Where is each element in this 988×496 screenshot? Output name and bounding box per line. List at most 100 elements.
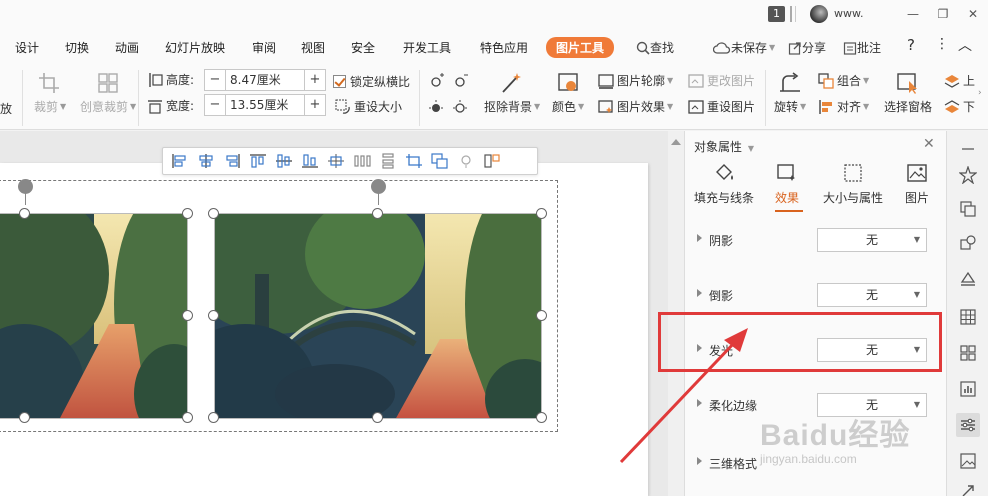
align-left-icon[interactable] xyxy=(167,150,193,172)
crop-shape-icon[interactable] xyxy=(401,150,427,172)
resize-handle[interactable] xyxy=(372,412,383,423)
creative-crop-button[interactable]: 创意裁剪 ▼ xyxy=(80,72,136,115)
copy-format-icon[interactable] xyxy=(956,197,980,221)
brightness-up-icon[interactable] xyxy=(428,73,444,89)
toolbar-scroll-right-icon[interactable]: › xyxy=(978,88,982,98)
tab-view[interactable]: 视图 xyxy=(301,39,325,56)
resize-handle[interactable] xyxy=(182,310,193,321)
width-increase-button[interactable]: + xyxy=(305,95,325,115)
align-right-icon[interactable] xyxy=(219,150,245,172)
height-decrease-button[interactable]: − xyxy=(205,70,225,90)
rotate-handle-icon[interactable] xyxy=(371,179,386,194)
collapse-icon[interactable] xyxy=(956,137,980,161)
tab-security[interactable]: 安全 xyxy=(351,39,375,56)
reset-picture-button[interactable]: 重设图片 xyxy=(688,98,755,115)
picture-effect-button[interactable]: 图片效果 ▼ xyxy=(598,98,673,115)
align-button[interactable]: 对齐 ▼ xyxy=(818,98,869,115)
width-input[interactable]: 13.55厘米 xyxy=(225,95,305,115)
shadow-row[interactable]: 阴影 无 ▼ xyxy=(697,228,937,252)
group-button[interactable]: 组合 ▼ xyxy=(818,72,869,89)
crop-button[interactable]: 裁剪 ▼ xyxy=(34,72,66,115)
export-icon[interactable] xyxy=(956,479,980,496)
minimize-button[interactable]: — xyxy=(902,4,924,24)
resize-handle[interactable] xyxy=(19,208,30,219)
tab-transition[interactable]: 切换 xyxy=(65,39,89,56)
reflection-select[interactable]: 无 ▼ xyxy=(817,283,927,307)
reflection-row[interactable]: 倒影 无 ▼ xyxy=(697,283,937,307)
bring-forward-button[interactable]: 上 xyxy=(944,72,975,89)
tab-review[interactable]: 审阅 xyxy=(252,39,276,56)
rotate-button[interactable]: 旋转 ▼ xyxy=(774,72,806,115)
size-position-icon[interactable] xyxy=(479,150,505,172)
properties-settings-icon[interactable] xyxy=(956,413,980,437)
expand-arrow-icon[interactable] xyxy=(697,457,702,465)
search-button[interactable]: 查找 xyxy=(636,39,674,56)
change-picture-button[interactable]: 更改图片 xyxy=(688,72,755,89)
tab-effect[interactable]: 效果 xyxy=(775,163,799,206)
collapse-ribbon-button[interactable]: ︿ xyxy=(958,35,972,55)
resize-handle[interactable] xyxy=(208,412,219,423)
height-increase-button[interactable]: + xyxy=(305,70,325,90)
tab-picture-tools[interactable]: 图片工具 xyxy=(546,37,615,58)
tab-fill-line[interactable]: 填充与线条 xyxy=(694,163,754,206)
share-button[interactable]: 分享 xyxy=(788,39,826,56)
picture-effect-icon[interactable] xyxy=(453,150,479,172)
lock-ratio-checkbox[interactable]: 锁定纵横比 xyxy=(333,73,410,90)
height-stepper[interactable]: − 8.47厘米 + xyxy=(204,69,326,91)
more-button[interactable]: ⋮ xyxy=(935,36,949,52)
group-objects-icon[interactable] xyxy=(427,150,453,172)
resize-handle[interactable] xyxy=(536,412,547,423)
tab-design[interactable]: 设计 xyxy=(15,39,39,56)
expand-arrow-icon[interactable] xyxy=(697,289,702,297)
picture-gallery-icon[interactable] xyxy=(956,449,980,473)
align-top-icon[interactable] xyxy=(245,150,271,172)
window-count-badge[interactable]: 1 xyxy=(768,6,785,22)
tab-size-properties[interactable]: 大小与属性 xyxy=(823,163,883,206)
tab-animation[interactable]: 动画 xyxy=(115,39,139,56)
distribute-vertical-icon[interactable] xyxy=(375,150,401,172)
shadow-select[interactable]: 无 ▼ xyxy=(817,228,927,252)
align-bottom-icon[interactable] xyxy=(297,150,323,172)
slide-workspace[interactable] xyxy=(0,131,684,496)
align-center-icon[interactable] xyxy=(193,150,219,172)
resize-handle[interactable] xyxy=(208,310,219,321)
selection-pane-button[interactable]: 选择窗格 xyxy=(884,72,932,115)
remove-background-button[interactable]: 抠除背景 ▼ xyxy=(484,72,540,115)
scroll-up-icon[interactable] xyxy=(671,139,681,145)
tab-picture[interactable]: 图片 xyxy=(905,163,929,206)
reset-size-button[interactable]: 重设大小 xyxy=(335,98,402,115)
rotate-handle-icon[interactable] xyxy=(18,179,33,194)
tab-slideshow[interactable]: 幻灯片放映 xyxy=(165,39,225,56)
restore-button[interactable]: ❐ xyxy=(932,4,954,24)
resize-handle[interactable] xyxy=(536,310,547,321)
zoom-partial-label[interactable]: 放 xyxy=(0,100,12,117)
help-button[interactable]: ? xyxy=(907,36,915,54)
expand-arrow-icon[interactable] xyxy=(697,234,702,242)
brightness-down-icon[interactable] xyxy=(452,73,468,89)
width-stepper[interactable]: − 13.55厘米 + xyxy=(204,94,326,116)
resize-handle[interactable] xyxy=(372,208,383,219)
tab-features[interactable]: 特色应用 xyxy=(480,39,528,56)
resize-handle[interactable] xyxy=(19,412,30,423)
close-window-button[interactable]: ✕ xyxy=(962,4,984,24)
resize-handle[interactable] xyxy=(182,412,193,423)
shapes-icon[interactable] xyxy=(956,231,980,255)
color-button[interactable]: 颜色 ▼ xyxy=(552,72,584,115)
resize-handle[interactable] xyxy=(182,208,193,219)
star-shape-icon[interactable] xyxy=(956,163,980,187)
unsaved-button[interactable]: 未保存 ▼ xyxy=(713,39,775,56)
comment-button[interactable]: 批注 xyxy=(843,39,881,56)
width-decrease-button[interactable]: − xyxy=(205,95,225,115)
align-middle-icon[interactable] xyxy=(271,150,297,172)
contrast-up-icon[interactable] xyxy=(428,99,444,115)
expand-arrow-icon[interactable] xyxy=(697,399,702,407)
send-backward-button[interactable]: 下 xyxy=(944,98,975,115)
chart-icon[interactable] xyxy=(956,377,980,401)
height-input[interactable]: 8.47厘米 xyxy=(225,70,305,90)
picture-outline-button[interactable]: 图片轮廓 ▼ xyxy=(598,72,673,89)
layout-grid-icon[interactable] xyxy=(956,341,980,365)
user-name[interactable]: www. xyxy=(834,7,863,20)
table-icon[interactable] xyxy=(956,305,980,329)
fill-icon[interactable] xyxy=(956,267,980,291)
panel-title[interactable]: 对象属性 ▼ xyxy=(694,138,754,155)
